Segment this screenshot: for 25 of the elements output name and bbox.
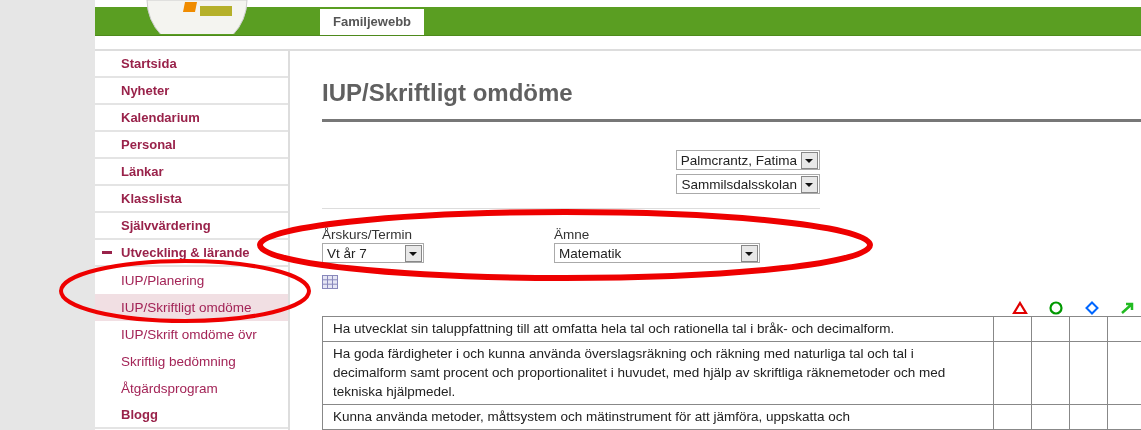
filter-label: Årskurs/Termin — [322, 227, 413, 242]
filter-label: Ämne — [554, 227, 591, 242]
sidebar-item[interactable]: Självvärdering — [95, 213, 288, 240]
sidebar-item[interactable]: Blogg — [95, 402, 288, 429]
sidebar-subitem[interactable]: IUP/Planering — [95, 267, 288, 294]
student-select[interactable]: Palmcrantz, Fatima — [675, 150, 820, 170]
sidebar-item[interactable]: Klasslista — [95, 186, 288, 213]
sidebar-item[interactable]: Startsida — [95, 51, 288, 78]
page-title: IUP/Skriftligt omdöme — [322, 79, 1141, 122]
goal-cell: Ha utvecklat sin taluppfattning till att omfatta hela tal och rationella tal i bråk- och decimalform. — [322, 316, 994, 342]
sidebar-subitem[interactable]: Åtgärdsprogram — [95, 375, 288, 402]
nav-tab[interactable]: Familjewebb — [320, 9, 425, 35]
grid-icon[interactable] — [322, 275, 338, 289]
sidebar-item[interactable]: Kalendarium — [95, 105, 288, 132]
goal-cell: Kunna använda metoder, måttsystem och mätinstrument för att jämföra, uppskatta och — [322, 404, 994, 430]
sidebar-item[interactable]: Länkar — [95, 159, 288, 186]
sidebar-item[interactable]: Nyheter — [95, 78, 288, 105]
sidebar-item[interactable]: Personal — [95, 132, 288, 159]
sidebar-subitem[interactable]: IUP/Skrift omdöme övr — [95, 321, 288, 348]
sidebar-item[interactable]: Utveckling & lärande — [95, 240, 288, 267]
school-select[interactable]: Sammilsdalsskolan — [676, 174, 820, 194]
goal-cell: Ha goda färdigheter i och kunna använda överslagsräkning och räkning med naturliga tal och tal i decimalform samt procent och proportionalitet i huvudet, med hjälp av skriftliga räknemetoder och med tekniska hjälpmedel. — [322, 341, 994, 405]
sidebar-subitem[interactable]: Skriftlig bedömning — [95, 348, 288, 375]
filter-select[interactable]: Matematik — [554, 243, 760, 263]
filter-select[interactable]: Vt år 7 — [322, 243, 424, 263]
